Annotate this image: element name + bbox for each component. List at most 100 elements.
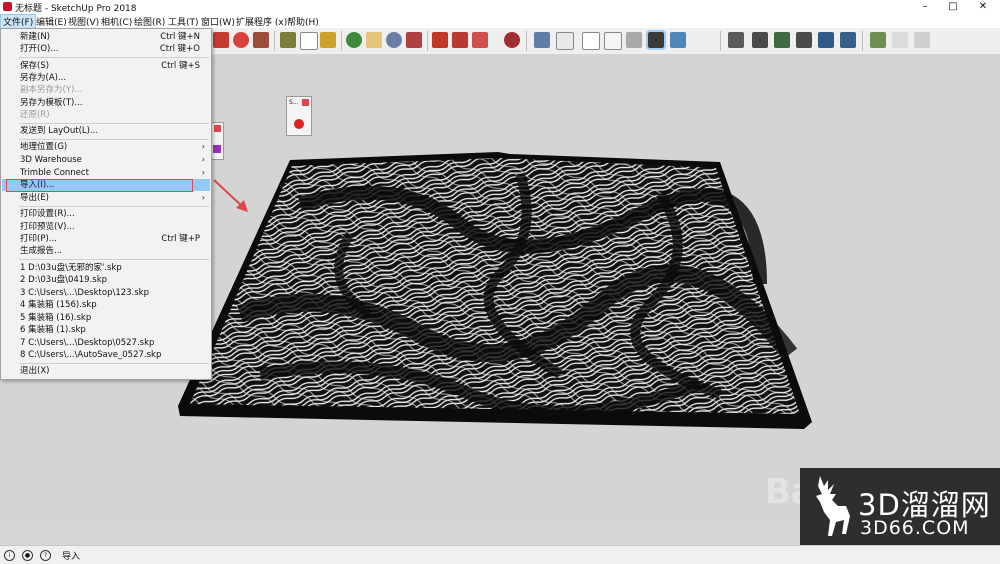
menu-item-geo-location[interactable]: 地理位置(G) ›	[2, 141, 210, 153]
menu-tools[interactable]: 工具(T)	[166, 15, 201, 28]
recent-file-item[interactable]: 7 C:\Users\...\Desktop\0527.skp	[2, 337, 210, 349]
geo-info-icon[interactable]: i	[4, 550, 15, 561]
components-icon[interactable]	[452, 32, 468, 48]
wireframe-icon[interactable]	[582, 32, 600, 50]
recent-file-item[interactable]: 4 集装箱 (156).skp	[2, 299, 210, 311]
annotation-arrow-icon	[213, 179, 248, 212]
left-view-icon[interactable]	[840, 32, 856, 48]
menu-view[interactable]: 视图(V)	[66, 15, 101, 28]
help-icon[interactable]: ?	[40, 550, 51, 561]
recent-file-item[interactable]: 1 D:\03u盘\无邪的家'.skp	[2, 262, 210, 274]
menu-window[interactable]: 窗口(W)	[199, 15, 237, 28]
paint-bucket-icon[interactable]	[320, 32, 336, 48]
floating-panel-close-icon[interactable]	[214, 125, 221, 132]
submenu-arrow-icon: ›	[201, 142, 205, 151]
tape-measure-icon[interactable]	[280, 32, 296, 48]
recent-file-item[interactable]: 3 C:\Users\...\Desktop\123.skp	[2, 287, 210, 299]
zoom-extents-icon[interactable]	[406, 32, 422, 48]
menu-item-print-setup[interactable]: 打印设置(R)...	[2, 208, 210, 220]
recent-file-item[interactable]: 5 集装箱 (16).skp	[2, 312, 210, 324]
menu-edit[interactable]: 编辑(E)	[34, 15, 69, 28]
menu-item-new[interactable]: 新建(N) Ctrl 键+N	[2, 31, 210, 43]
sandbox-icon[interactable]	[870, 32, 886, 48]
toolbar-separator	[720, 31, 721, 51]
stamp-icon[interactable]	[892, 32, 908, 48]
recent-file-item[interactable]: 2 D:\03u盘\0419.skp	[2, 274, 210, 286]
rotate-tool-icon[interactable]	[233, 32, 249, 48]
front-view-icon[interactable]	[774, 32, 790, 48]
menu-item-print-preview[interactable]: 打印预览(V)...	[2, 221, 210, 233]
file-menu-dropdown: 新建(N) Ctrl 键+N 打开(O)... Ctrl 键+O 保存(S) Ctrl…	[0, 28, 212, 380]
window-title: 无标题 - SketchUp Pro 2018	[15, 4, 137, 14]
toolbar-separator	[274, 31, 275, 51]
deer-logo-icon	[816, 476, 850, 536]
menu-item-print[interactable]: 打印(P)... Ctrl 键+P	[2, 233, 210, 245]
menu-file[interactable]: 文件(F)	[0, 14, 37, 29]
drape-icon[interactable]	[914, 32, 930, 48]
status-text: 导入	[62, 552, 81, 562]
menu-item-save-as[interactable]: 另存为(A)...	[2, 72, 210, 84]
sketchup-logo-icon	[294, 119, 304, 129]
menu-item-trimble-connect[interactable]: Trimble Connect ›	[2, 167, 210, 179]
menu-item-revert: 还原(R)	[20, 110, 50, 120]
scale-tool-icon[interactable]	[253, 32, 269, 48]
tray-tool-icon	[213, 145, 221, 153]
menu-separator	[19, 363, 209, 364]
sketchup-app-icon	[3, 2, 12, 11]
hidden-line-icon[interactable]	[604, 32, 622, 50]
toolbar	[210, 28, 1000, 55]
user-icon[interactable]: ●	[22, 550, 33, 561]
share-model-icon[interactable]	[472, 32, 488, 48]
back-edges-icon[interactable]	[556, 32, 574, 50]
back-view-icon[interactable]	[818, 32, 834, 48]
shaded-textures-icon[interactable]	[646, 30, 666, 50]
right-view-icon[interactable]	[796, 32, 812, 48]
menu-draw[interactable]: 绘图(R)	[132, 15, 167, 28]
xray-style-icon[interactable]	[534, 32, 550, 48]
zoom-icon[interactable]	[386, 32, 402, 48]
submenu-arrow-icon: ›	[201, 155, 205, 164]
menu-separator	[19, 259, 209, 260]
menu-item-open[interactable]: 打开(O)... Ctrl 键+O	[2, 43, 210, 55]
orbit-icon[interactable]	[346, 32, 362, 48]
menu-item-export[interactable]: 导出(E) ›	[2, 192, 210, 204]
menu-item-send-to-layout[interactable]: 发送到 LayOut(L)...	[2, 125, 210, 137]
import-highlight-box	[6, 179, 193, 192]
menu-item-3d-warehouse[interactable]: 3D Warehouse ›	[2, 154, 210, 166]
3d66-watermark: 3D溜溜网 3D66.COM	[800, 468, 1000, 545]
close-button[interactable]: ✕	[968, 0, 998, 14]
floating-panel-close-icon[interactable]	[302, 99, 309, 106]
menu-help[interactable]: 帮助(H)	[285, 15, 321, 28]
menu-item-save-copy-as: 副本另存为(Y)...	[20, 85, 83, 95]
toolbar-separator	[341, 31, 342, 51]
floating-tray-panel[interactable]: S...	[286, 96, 312, 136]
menu-item-exit[interactable]: 退出(X)	[2, 365, 210, 377]
monochrome-icon[interactable]	[670, 32, 686, 48]
toolbar-separator	[526, 31, 527, 51]
maximize-button[interactable]: □	[938, 0, 968, 14]
menu-bar: 文件(F) 编辑(E) 视图(V) 相机(C) 绘图(R) 工具(T) 窗口(W…	[0, 14, 1000, 29]
menu-camera[interactable]: 相机(C)	[99, 15, 134, 28]
top-view-icon[interactable]	[752, 32, 768, 48]
menu-item-generate-report[interactable]: 生成报告...	[2, 245, 210, 257]
text-tool-icon[interactable]	[300, 32, 318, 50]
recent-file-item[interactable]: 6 集装箱 (1).skp	[2, 324, 210, 336]
pan-icon[interactable]	[366, 32, 382, 48]
menu-separator	[19, 206, 209, 207]
menu-separator	[19, 123, 209, 124]
minimize-button[interactable]: –	[910, 0, 940, 14]
menu-item-save-as-template[interactable]: 另存为模板(T)...	[2, 97, 210, 109]
iso-view-icon[interactable]	[728, 32, 744, 48]
menu-extensions[interactable]: 扩展程序 (x)	[234, 15, 289, 28]
recent-file-item[interactable]: 8 C:\Users\...\AutoSave_0527.skp	[2, 349, 210, 361]
menu-separator	[19, 139, 209, 140]
toolbar-separator	[862, 31, 863, 51]
menu-separator	[19, 57, 209, 58]
shaded-icon[interactable]	[626, 32, 642, 48]
warehouse-icon[interactable]	[432, 32, 448, 48]
title-bar: 无标题 - SketchUp Pro 2018 – □ ✕	[0, 0, 1000, 14]
extension-warehouse-icon[interactable]	[504, 32, 520, 48]
eraser-tool-icon[interactable]	[213, 32, 229, 48]
menu-item-save[interactable]: 保存(S) Ctrl 键+S	[2, 60, 210, 72]
floating-tray-panel-partial[interactable]	[210, 122, 224, 160]
